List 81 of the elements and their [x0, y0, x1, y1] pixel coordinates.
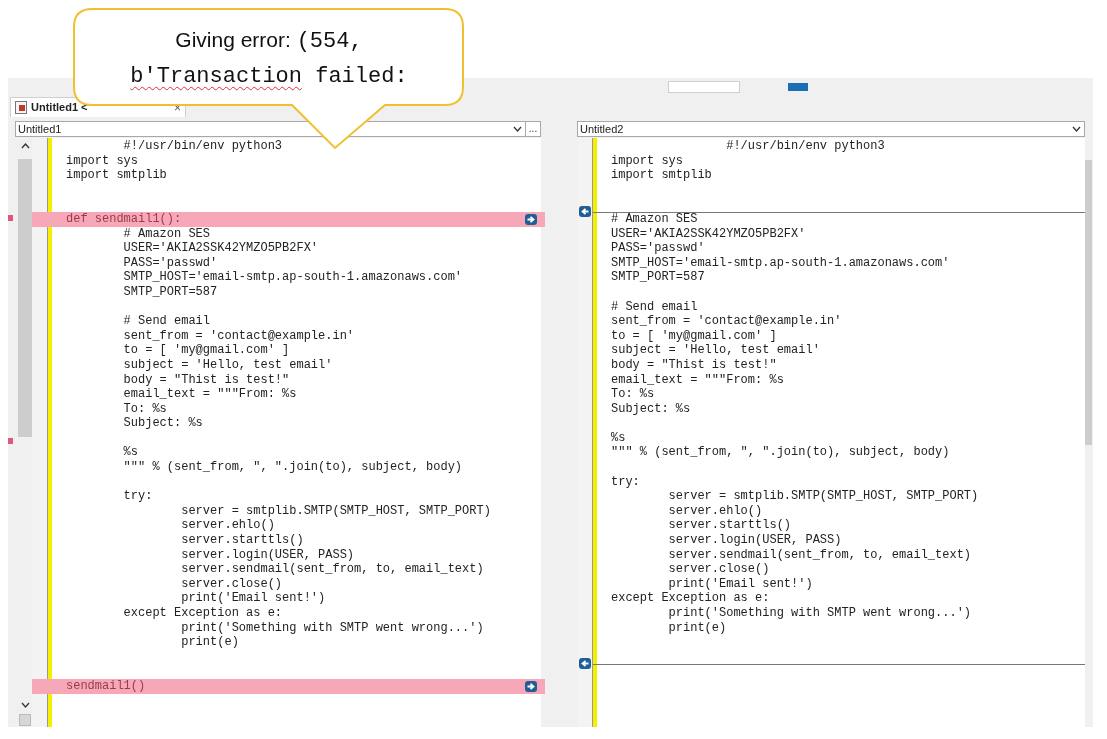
file-dropdown[interactable]: Untitled2 — [577, 121, 1085, 137]
code-line: import smtplib — [66, 168, 167, 183]
code-line: PASS='passwd' — [122, 255, 218, 271]
code-line: print(e) — [667, 620, 727, 636]
code-line: # Send email — [611, 299, 698, 315]
code-line: to = [ 'my@gmail.com' ] — [611, 328, 777, 344]
code-line: email_text = """From: %s — [122, 387, 297, 402]
file-dropdown[interactable]: Untitled1 — [15, 121, 526, 137]
code-line: # Send email — [122, 314, 211, 329]
code-line: SMTP_HOST='email-smtp.ap-south-1.amazonaws.com' — [122, 270, 463, 285]
code-line: subject = 'Hello, test email' — [122, 357, 333, 373]
code-line: server.close() — [180, 576, 283, 592]
code-line: server.sendmail(sent_from, to, email_text) — [180, 562, 484, 577]
code-line: server.ehlo() — [180, 518, 275, 534]
code-line: SMTP_PORT=587 — [122, 284, 218, 300]
code-line: print('Email sent!') — [667, 576, 813, 592]
code-line: server.ehlo() — [667, 503, 763, 519]
code-line: SMTP_HOST='email-smtp.ap-south-1.amazonaws.com' — [611, 255, 950, 271]
code-line: server.login(USER, PASS) — [667, 533, 842, 548]
copy-right-icon[interactable] — [525, 213, 537, 225]
code-line: import sys — [611, 153, 683, 169]
code-line: print('Something with SMTP went wrong...') — [667, 606, 972, 621]
code-line: sendmail1() — [66, 678, 146, 694]
scrollbar-thumb[interactable] — [18, 159, 32, 437]
code-line: server.sendmail(sent_from, to, email_text) — [667, 547, 972, 563]
code-line: sent_from = 'contact@example.in' — [122, 328, 355, 344]
error-code-text: b'Transaction — [130, 63, 302, 91]
code-line: To: %s — [611, 387, 655, 402]
code-line: Subject: %s — [611, 401, 691, 417]
copy-left-icon[interactable] — [579, 658, 591, 670]
scroll-up-icon[interactable] — [20, 143, 30, 149]
diff-map-mark — [8, 214, 13, 221]
toolbar-field[interactable] — [668, 81, 740, 93]
code-line: subject = 'Hello, test email' — [611, 343, 820, 358]
code-line: body = "Thist is test!" — [122, 372, 290, 388]
code-line: USER='AKIA2SSK42YMZO5PB2FX' — [122, 241, 319, 256]
callout-text: Giving error: — [175, 27, 292, 53]
code-line: # Amazon SES — [611, 211, 698, 227]
code-line: try: — [611, 474, 640, 490]
code-line: sent_from = 'contact@example.in' — [611, 314, 842, 329]
compare-icon — [15, 101, 27, 114]
code-line: import sys — [66, 153, 138, 169]
code-line: %s — [122, 445, 138, 461]
code-line: server = smtplib.SMTP(SMTP_HOST, SMTP_PORT) — [667, 489, 979, 504]
code-line: %s — [611, 430, 626, 446]
code-line: try: — [122, 489, 153, 504]
code-line: body = "Thist is test!" — [611, 357, 777, 373]
code-line: # Amazon SES — [122, 226, 211, 242]
code-line: to = [ 'my@gmail.com' ] — [122, 343, 290, 358]
more-button[interactable]: ... — [526, 121, 541, 137]
code-line: SMTP_PORT=587 — [611, 270, 705, 285]
code-line: def sendmail1(): — [66, 211, 182, 227]
code-line: server.login(USER, PASS) — [180, 547, 355, 563]
code-line: PASS='passwd' — [611, 241, 705, 256]
code-line: import smtplib — [611, 168, 712, 183]
dropdown-chevron-icon[interactable] — [513, 126, 522, 132]
code-line: except Exception as e: — [611, 591, 770, 606]
code-line: #!/usr/bin/env python3 — [122, 139, 283, 154]
code-line: email_text = """From: %s — [611, 372, 784, 388]
code-line: """ % (sent_from, ", ".join(to), subject, body) — [122, 460, 463, 475]
scrollbar-thumb[interactable] — [1085, 160, 1092, 445]
code-line: USER='AKIA2SSK42YMZO5PB2FX' — [611, 226, 806, 242]
scroll-down-icon[interactable] — [20, 702, 30, 708]
code-line: except Exception as e: — [122, 606, 283, 621]
code-line: """ % (sent_from, ", ".join(to), subject, body) — [611, 445, 950, 461]
error-code-text: failed: — [314, 63, 408, 91]
copy-left-icon[interactable] — [579, 205, 591, 217]
code-line: print(e) — [180, 635, 239, 650]
copy-right-icon[interactable] — [525, 680, 537, 692]
code-line: print('Something with SMTP went wrong...') — [180, 620, 484, 636]
code-line: server.starttls() — [667, 518, 792, 534]
code-line: Subject: %s — [122, 416, 203, 431]
code-line: To: %s — [122, 401, 167, 417]
error-code-text: (554, — [296, 28, 363, 56]
code-line: server = smtplib.SMTP(SMTP_HOST, SMTP_PORT) — [180, 503, 491, 519]
dropdown-chevron-icon[interactable] — [1072, 126, 1081, 132]
code-line: print('Email sent!') — [180, 591, 326, 606]
code-line: #!/usr/bin/env python3 — [725, 139, 885, 154]
code-line: server.starttls() — [180, 533, 304, 548]
code-line: server.close() — [667, 562, 770, 577]
diff-map-mark — [8, 437, 13, 444]
